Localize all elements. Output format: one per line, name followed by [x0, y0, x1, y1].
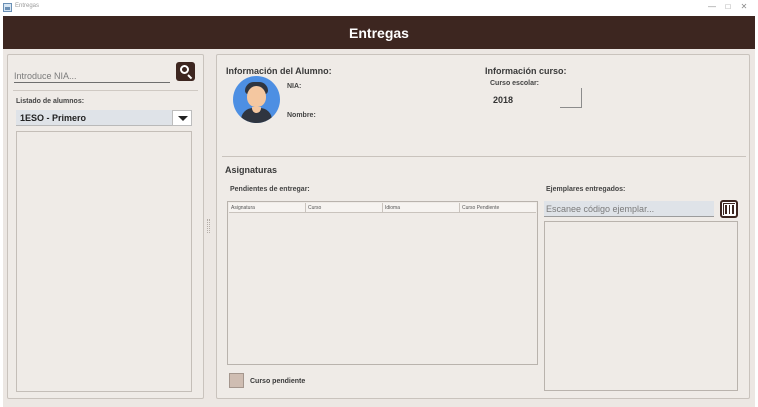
maximize-button[interactable]: □ [722, 2, 734, 11]
students-list[interactable] [16, 131, 192, 392]
nia-search-input[interactable]: Introduce NIA... [14, 65, 170, 83]
header-title: Entregas [349, 25, 409, 41]
students-panel: Introduce NIA... Listado de alumnos: 1ES… [7, 54, 204, 399]
subjects-title: Asignaturas [225, 165, 278, 175]
column-header-idioma[interactable]: Idioma [383, 203, 460, 213]
window-title: Entregas [15, 3, 40, 9]
details-panel: Información del Alumno: NIA: Nombre: Inf… [216, 54, 750, 399]
nia-label: NIA: [287, 83, 302, 90]
course-select-value: 1ESO - Primero [20, 113, 87, 123]
course-select-toggle[interactable] [172, 110, 192, 126]
close-button[interactable]: ✕ [738, 2, 750, 11]
school-year-value: 2018 [493, 95, 514, 105]
school-year-button[interactable] [560, 88, 582, 108]
search-button[interactable] [176, 62, 195, 81]
nombre-label: Nombre: [287, 112, 316, 119]
window-titlebar: Entregas — □ ✕ [0, 0, 758, 16]
minimize-button[interactable]: — [706, 2, 718, 11]
delivered-list[interactable] [544, 221, 738, 391]
section-divider [222, 156, 746, 157]
pending-course-swatch [229, 373, 244, 388]
main-content: Introduce NIA... Listado de alumnos: 1ES… [3, 49, 755, 407]
student-avatar [233, 76, 280, 123]
panel-divider [13, 90, 198, 91]
scan-button[interactable] [720, 200, 738, 218]
course-select[interactable]: 1ESO - Primero [16, 110, 192, 126]
column-header-asignatura[interactable]: Asignatura [229, 203, 306, 213]
app-icon [3, 3, 12, 12]
pending-course-legend: Curso pendiente [250, 378, 306, 385]
barcode-scan-icon [725, 205, 727, 214]
course-info-title: Información curso: [485, 66, 567, 76]
pending-label: Pendientes de entregar: [230, 186, 310, 193]
split-pane-handle[interactable] [207, 219, 210, 233]
scan-code-input[interactable]: Escanee código ejemplar... [544, 201, 714, 217]
school-year-label: Curso escolar: [490, 80, 540, 87]
app-header: Entregas [3, 16, 755, 49]
pending-table[interactable]: Asignatura Curso Idioma Curso Pendiente [227, 201, 538, 365]
students-list-label: Listado de alumnos: [16, 98, 85, 105]
column-header-curso[interactable]: Curso [306, 203, 383, 213]
column-header-curso-pendiente[interactable]: Curso Pendiente [460, 203, 536, 213]
search-icon [180, 65, 189, 74]
pending-table-header: Asignatura Curso Idioma Curso Pendiente [229, 203, 536, 213]
delivered-label: Ejemplares entregados: [546, 186, 626, 193]
chevron-down-icon [178, 116, 188, 121]
student-info-title: Información del Alumno: [226, 66, 332, 76]
